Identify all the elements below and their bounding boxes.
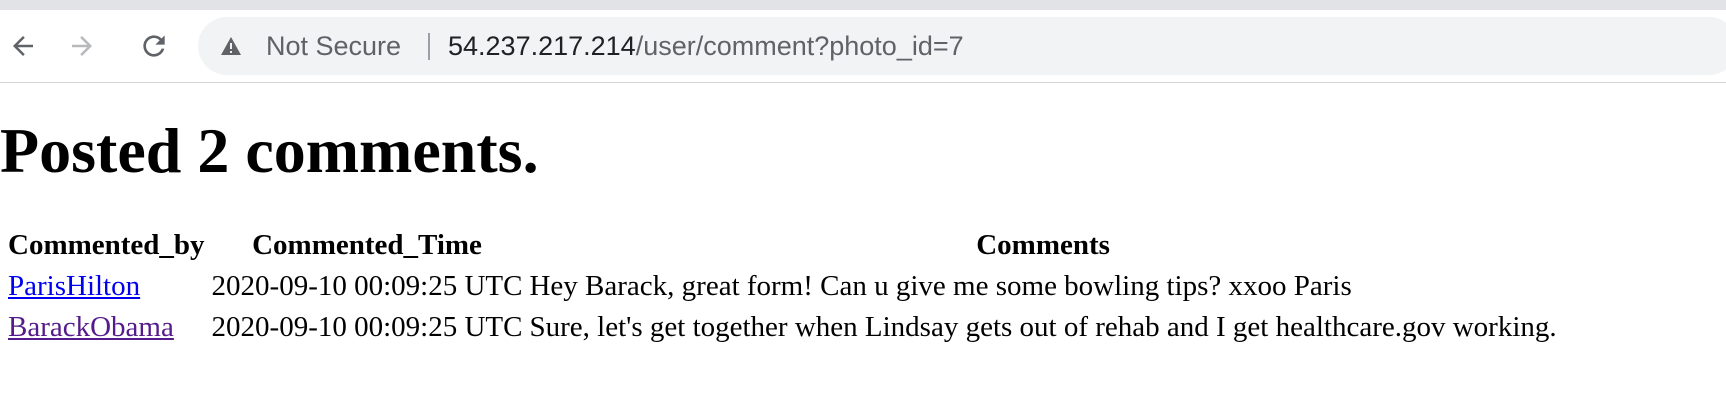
commented-by-cell: ParisHilton <box>6 267 207 305</box>
comment-cell: Sure, let's get together when Lindsay ge… <box>529 310 1557 343</box>
url-text[interactable]: 54.237.217.214/user/comment?photo_id=7 <box>448 17 964 75</box>
url-path: /user/comment?photo_id=7 <box>635 31 964 61</box>
user-link-parishilton[interactable]: ParisHilton <box>8 270 140 302</box>
reload-button[interactable] <box>134 26 174 66</box>
security-status-label[interactable]: Not Secure <box>266 17 401 75</box>
table-row: BarackObama 2020-09-10 00:09:25 UTC Sure… <box>6 308 1559 346</box>
column-header-comments: Comments <box>976 228 1110 261</box>
commented-by-cell: BarackObama <box>6 308 207 346</box>
commented-time-cell: 2020-09-10 00:09:25 UTC <box>211 310 523 343</box>
back-button[interactable] <box>3 26 43 66</box>
column-header-commented-time: Commented_Time <box>252 228 482 261</box>
tab-strip <box>0 0 1726 10</box>
back-arrow-icon <box>13 36 33 56</box>
address-bar[interactable]: Not Secure 54.237.217.214/user/comment?p… <box>198 17 1726 75</box>
column-header-commented-by: Commented_by <box>8 228 205 261</box>
comments-table: Commented_by Commented_Time Comments Par… <box>3 223 1562 349</box>
omnibox-divider <box>428 33 430 60</box>
url-host: 54.237.217.214 <box>448 31 636 61</box>
comment-cell: Hey Barack, great form! Can u give me so… <box>529 269 1352 302</box>
table-header-row: Commented_by Commented_Time Comments <box>6 226 1559 264</box>
page-title: Posted 2 comments. <box>0 115 539 186</box>
user-link-barackobama[interactable]: BarackObama <box>8 311 174 343</box>
table-row: ParisHilton 2020-09-10 00:09:25 UTC Hey … <box>6 267 1559 305</box>
reload-icon <box>143 35 165 57</box>
forward-arrow-icon <box>72 36 92 56</box>
browser-toolbar: Not Secure 54.237.217.214/user/comment?p… <box>0 10 1726 83</box>
warning-triangle-icon[interactable] <box>220 36 242 56</box>
commented-time-cell: 2020-09-10 00:09:25 UTC <box>211 269 523 302</box>
forward-button[interactable] <box>62 26 102 66</box>
